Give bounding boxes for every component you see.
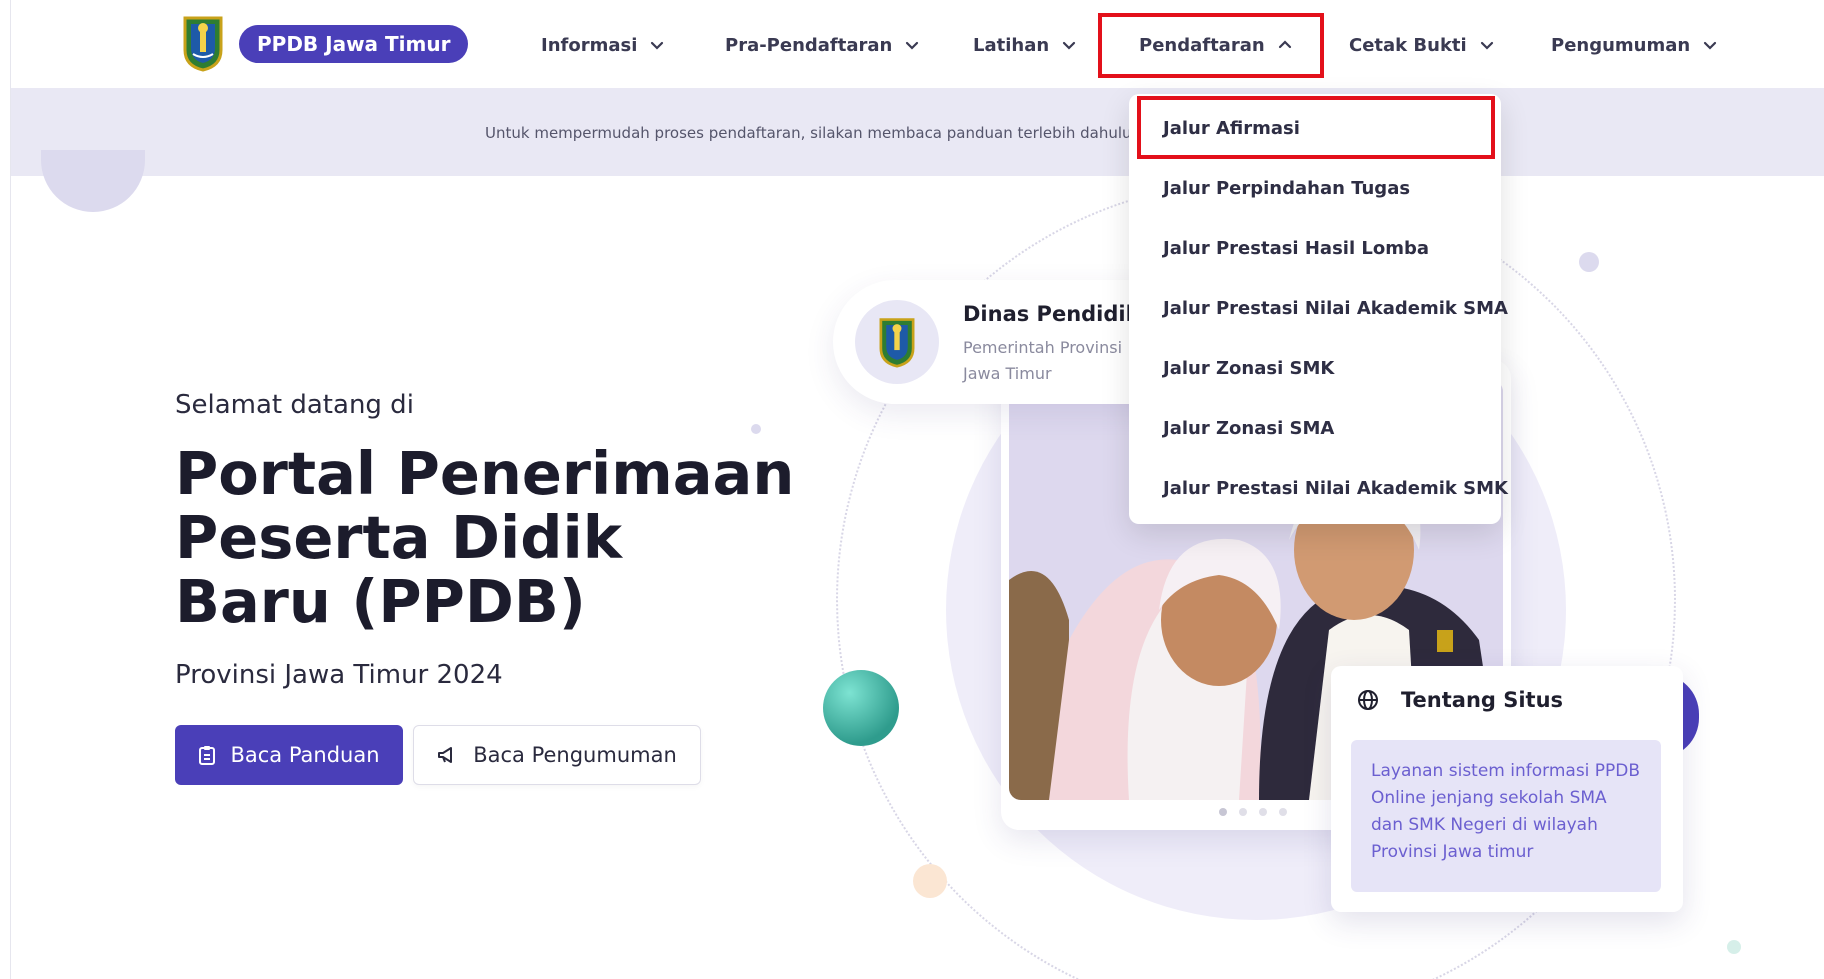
page-frame: PPDB Jawa Timur Informasi Pra-Pendaftara…	[10, 0, 1824, 979]
carousel-dot[interactable]	[1279, 808, 1287, 816]
decorative-dot	[751, 424, 761, 434]
nav-label: Informasi	[541, 34, 638, 56]
read-guide-button[interactable]: Baca Panduan	[175, 725, 403, 785]
about-site-body: Layanan sistem informasi PPDB Online jen…	[1351, 740, 1661, 892]
decorative-circle	[41, 150, 145, 212]
dropdown-highlight-box	[1137, 96, 1495, 159]
page-title: Portal Penerimaan Peserta Didik Baru (PP…	[175, 439, 795, 636]
hero-subtitle: Provinsi Jawa Timur 2024	[175, 660, 503, 690]
nav-pra-pendaftaran[interactable]: Pra-Pendaftaran	[725, 30, 920, 60]
nav-latihan[interactable]: Latihan	[973, 30, 1077, 60]
brand-pill[interactable]: PPDB Jawa Timur	[239, 25, 469, 63]
about-site-header: Tentang Situs	[1357, 688, 1563, 712]
east-java-emblem-icon[interactable]	[181, 14, 225, 72]
nav-informasi[interactable]: Informasi	[541, 30, 665, 60]
button-label: Baca Pengumuman	[473, 743, 677, 767]
clipboard-icon	[199, 746, 216, 765]
carousel-dot[interactable]	[1219, 808, 1227, 816]
dropdown-item-jalur-perpindahan-tugas[interactable]: Jalur Perpindahan Tugas	[1163, 178, 1410, 199]
decorative-dot	[1579, 252, 1599, 272]
carousel-dot[interactable]	[1239, 808, 1247, 816]
nav-label: Pengumuman	[1551, 34, 1691, 56]
chevron-down-icon	[1704, 41, 1717, 50]
dropdown-item-jalur-prestasi-hasil-lomba[interactable]: Jalur Prestasi Hasil Lomba	[1163, 238, 1429, 259]
globe-icon	[1358, 690, 1378, 710]
dinas-subtitle: Pemerintah Provinsi Jawa Timur	[963, 338, 1123, 383]
dropdown-item-jalur-prestasi-nilai-akademik-sma[interactable]: Jalur Prestasi Nilai Akademik SMA	[1163, 298, 1508, 319]
nav-highlight-box	[1098, 13, 1324, 78]
top-navbar: PPDB Jawa Timur Informasi Pra-Pendaftara…	[11, 0, 1824, 88]
carousel-dot[interactable]	[1259, 808, 1267, 816]
chevron-down-icon	[651, 41, 664, 50]
about-site-card: Tentang Situs Layanan sistem informasi P…	[1331, 666, 1683, 912]
button-label: Baca Panduan	[230, 743, 380, 767]
read-announcement-button[interactable]: Baca Pengumuman	[413, 725, 701, 785]
nav-pengumuman[interactable]: Pengumuman	[1551, 30, 1718, 60]
megaphone-icon	[438, 747, 453, 763]
chevron-down-icon	[906, 41, 919, 50]
welcome-text: Selamat datang di	[175, 390, 414, 420]
dropdown-item-jalur-zonasi-sma[interactable]: Jalur Zonasi SMA	[1163, 418, 1334, 439]
about-site-title: Tentang Situs	[1401, 688, 1564, 712]
nav-label: Cetak Bukti	[1349, 34, 1467, 56]
carousel-dots[interactable]	[1219, 808, 1287, 816]
chevron-down-icon	[1480, 41, 1493, 50]
decorative-dot	[913, 864, 947, 898]
decorative-sphere	[823, 670, 899, 746]
chevron-down-icon	[1063, 41, 1076, 50]
decorative-dot	[1727, 940, 1741, 954]
dropdown-item-jalur-prestasi-nilai-akademik-smk[interactable]: Jalur Prestasi Nilai Akademik SMK	[1163, 478, 1508, 499]
banner-text: Untuk mempermudah proses pendaftaran, si…	[485, 124, 1131, 142]
nav-label: Pra-Pendaftaran	[725, 34, 893, 56]
dropdown-item-jalur-zonasi-smk[interactable]: Jalur Zonasi SMK	[1163, 358, 1334, 379]
nav-label: Latihan	[973, 34, 1050, 56]
nav-cetak-bukti[interactable]: Cetak Bukti	[1349, 30, 1495, 60]
east-java-emblem-icon	[855, 300, 939, 384]
